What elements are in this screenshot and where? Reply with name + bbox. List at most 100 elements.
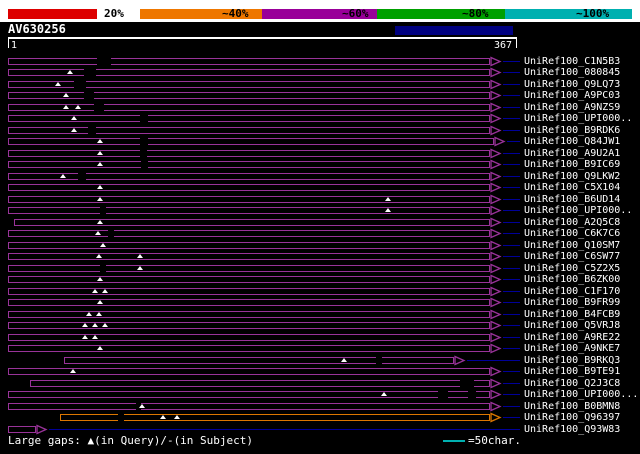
hit-bar[interactable] — [8, 241, 490, 249]
hit-bar[interactable] — [8, 57, 490, 65]
arrowhead-icon — [490, 331, 502, 343]
connector-line — [507, 141, 520, 142]
hit-label[interactable]: UniRef100_Q9LQ73 — [524, 79, 620, 90]
query-gap-triangle-icon — [71, 116, 77, 120]
hit-row: UniRef100_B9IC69 — [0, 159, 640, 170]
hit-bar[interactable] — [8, 276, 490, 283]
scale-label: ~60% — [342, 7, 369, 20]
hit-row: UniRef100_Q93W83 — [0, 424, 640, 435]
hit-label[interactable]: UniRef100_A9RE22 — [524, 332, 620, 343]
hit-label[interactable]: UniRef100_B9RKQ3 — [524, 355, 620, 366]
selection-highlight — [395, 26, 513, 35]
hit-bar[interactable] — [8, 425, 36, 433]
subject-gap — [118, 414, 124, 421]
hit-bar[interactable] — [8, 184, 490, 191]
hit-bar[interactable] — [8, 195, 490, 203]
hit-label[interactable]: UniRef100_C6K7C6 — [524, 228, 620, 239]
hit-row: UniRef100_A9U2A1 — [0, 148, 640, 159]
hit-label[interactable]: UniRef100_Q10SM7 — [524, 240, 620, 251]
hit-bar[interactable] — [8, 138, 494, 145]
hit-bar[interactable] — [8, 149, 490, 157]
subject-gap — [88, 126, 96, 134]
subject-gap — [84, 69, 96, 76]
hit-bar[interactable] — [14, 218, 490, 226]
hit-bar[interactable] — [8, 69, 490, 76]
hit-label[interactable]: UniRef100_C1F170 — [524, 286, 620, 297]
hit-bar[interactable] — [8, 92, 490, 99]
query-gap-triangle-icon — [92, 323, 98, 327]
query-gap-triangle-icon — [55, 81, 61, 86]
hit-bar[interactable] — [8, 333, 490, 341]
query-gap-triangle-icon — [67, 70, 73, 74]
connector-line — [503, 267, 520, 269]
hit-label[interactable]: UniRef100_B6UD14 — [524, 194, 620, 205]
hit-bar[interactable] — [8, 287, 490, 295]
hit-label[interactable]: UniRef100_B9IC69 — [524, 159, 620, 170]
connector-line — [503, 60, 520, 62]
hit-label[interactable]: UniRef100_080845 — [524, 67, 620, 78]
hit-label[interactable]: UniRef100_C6SW77 — [524, 251, 620, 262]
hit-label[interactable]: UniRef100_C1N5B3 — [524, 56, 620, 67]
query-gap-triangle-icon — [96, 311, 102, 316]
hit-label[interactable]: UniRef100_B9TE91 — [524, 366, 620, 377]
hit-bar[interactable] — [8, 253, 490, 260]
hit-bar[interactable] — [8, 207, 490, 214]
hit-label[interactable]: UniRef100_B4FCB9 — [524, 309, 620, 320]
hit-label[interactable]: UniRef100_B9FR99 — [524, 297, 620, 308]
arrowhead-icon — [490, 251, 502, 262]
connector-line — [503, 405, 520, 407]
hit-label[interactable]: UniRef100_C5X104 — [524, 182, 620, 193]
hit-label[interactable]: UniRef100_Q96397 — [524, 412, 620, 423]
arrowhead-icon — [490, 216, 502, 228]
arrowhead-icon — [490, 228, 502, 239]
hit-label[interactable]: UniRef100_A9U2A1 — [524, 148, 620, 159]
hit-row: UniRef100_B6ZK00 — [0, 274, 640, 285]
query-gap-triangle-icon — [341, 357, 347, 362]
hit-row: UniRef100_C6SW77 — [0, 251, 640, 262]
hit-bar[interactable] — [64, 356, 454, 364]
arrowhead-icon — [454, 354, 466, 366]
hit-label[interactable]: UniRef100_B6ZK00 — [524, 274, 620, 285]
hit-row: UniRef100_A2Q5C8 — [0, 217, 640, 228]
hit-bar[interactable] — [8, 264, 490, 272]
query-gap-triangle-icon — [70, 369, 76, 373]
hit-bar[interactable] — [8, 402, 490, 410]
legend-large-gaps: Large gaps: ▲(in Query)/-(in Subject) — [8, 434, 254, 447]
hit-label[interactable]: UniRef100_UPI000... — [524, 389, 638, 400]
hit-bar[interactable] — [8, 322, 490, 329]
hit-bar[interactable] — [8, 299, 490, 306]
hit-bar[interactable] — [8, 345, 490, 352]
hit-bar[interactable] — [8, 115, 490, 122]
hit-label[interactable]: UniRef100_Q5VRJ8 — [524, 320, 620, 331]
hit-row: UniRef100_C1N5B3 — [0, 56, 640, 67]
hit-label[interactable]: UniRef100_A9PC03 — [524, 90, 620, 101]
hit-label[interactable]: UniRef100_B9RDK6 — [524, 125, 620, 136]
hit-label[interactable]: UniRef100_A9NZS9 — [524, 102, 620, 113]
hit-bar[interactable] — [60, 414, 490, 421]
connector-line — [503, 164, 520, 165]
hit-label[interactable]: UniRef100_Q93W83 — [524, 424, 620, 435]
hit-label[interactable]: UniRef100_UPI000.. — [524, 113, 632, 124]
hit-row: UniRef100_B9RDK6 — [0, 125, 640, 136]
hit-label[interactable]: UniRef100_Q9LKW2 — [524, 171, 620, 182]
hit-bar[interactable] — [8, 391, 490, 398]
hit-bar[interactable] — [30, 379, 490, 387]
hit-bar[interactable] — [8, 161, 490, 168]
hit-label[interactable]: UniRef100_C5Z2X5 — [524, 263, 620, 274]
hit-label[interactable]: UniRef100_B0BMN8 — [524, 401, 620, 412]
hit-label[interactable]: UniRef100_Q2J3C8 — [524, 378, 620, 389]
hit-row: UniRef100_Q96397 — [0, 412, 640, 423]
scale-segment-1 — [8, 9, 97, 19]
arrowhead-icon — [490, 377, 502, 389]
hit-label[interactable]: UniRef100_Q84JW1 — [524, 136, 620, 147]
query-gap-triangle-icon — [139, 403, 145, 408]
scale-length-label: =50char. — [468, 434, 521, 447]
hit-bar[interactable] — [8, 310, 490, 318]
hit-label[interactable]: UniRef100_UPI000.. — [524, 205, 632, 216]
hit-bar[interactable] — [8, 368, 490, 375]
hit-label[interactable]: UniRef100_A2Q5C8 — [524, 217, 620, 228]
hit-bar[interactable] — [8, 230, 490, 237]
hit-row: UniRef100_Q9LKW2 — [0, 171, 640, 182]
hit-label[interactable]: UniRef100_A9NKE7 — [524, 343, 620, 354]
hit-bar[interactable] — [8, 126, 490, 134]
